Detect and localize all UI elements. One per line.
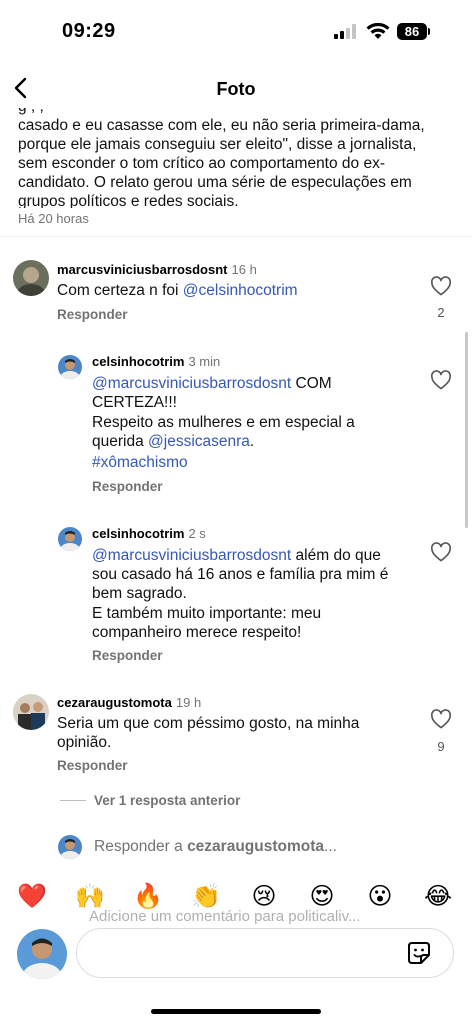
comment-username[interactable]: cezaraugustomota: [57, 695, 172, 710]
comment: marcusviniciusbarrosdosnt 16 h Com certez…: [0, 258, 472, 328]
like-heart-icon[interactable]: [430, 709, 452, 729]
comment-username[interactable]: celsinhocotrim: [92, 526, 184, 541]
comment-time: 2 s: [188, 526, 206, 541]
mention-link[interactable]: @marcusviniciusbarrosdosnt: [92, 375, 291, 392]
caption-line: candidato. O relato gerou uma série de e…: [18, 174, 412, 191]
emoji-laughing[interactable]: 😂: [422, 880, 454, 912]
nav-header: Foto: [0, 62, 472, 114]
replying-prefix: Responder a: [94, 838, 188, 855]
like-heart-icon[interactable]: [430, 542, 452, 562]
wifi-icon: [366, 22, 390, 39]
like-count: 9: [437, 739, 445, 754]
emoji-heart[interactable]: ❤️: [16, 880, 48, 912]
mention-link[interactable]: @celsinhocotrim: [183, 282, 298, 299]
avatar[interactable]: [58, 355, 82, 379]
like-heart-icon[interactable]: [430, 370, 452, 390]
caption-timestamp: Há 20 horas: [18, 211, 89, 226]
replying-to-label[interactable]: Responder a cezaraugustomota...: [94, 838, 337, 856]
comment-text: @marcusviniciusbarrosdosnt além do que s…: [92, 546, 402, 603]
battery-indicator: 86: [397, 23, 427, 40]
like-heart-icon[interactable]: [430, 276, 452, 296]
mention-link[interactable]: @marcusviniciusbarrosdosnt: [92, 547, 291, 564]
status-bar: 09:29 86: [0, 0, 472, 62]
cellular-signal-icon: [334, 24, 356, 39]
caption-line: porque ele jamais conseguiu ser eleito",…: [18, 136, 417, 153]
comment-text: @marcusviniciusbarrosdosnt COM CERTEZA!!…: [92, 374, 372, 412]
comment-username[interactable]: marcusviniciusbarrosdosnt: [57, 262, 228, 277]
reply-button[interactable]: Responder: [57, 307, 128, 322]
home-indicator: [151, 1009, 321, 1014]
hashtag-link[interactable]: #xômachismo: [92, 453, 188, 472]
avatar[interactable]: [58, 527, 82, 551]
reply-button[interactable]: Responder: [57, 758, 128, 773]
my-avatar: [17, 929, 67, 979]
comment-body-end: .: [249, 433, 255, 450]
scrollbar[interactable]: [465, 332, 468, 528]
my-avatar-small: [58, 835, 82, 859]
page-title: Foto: [216, 79, 256, 99]
comment-body: Com certeza n foi: [57, 282, 183, 299]
avatar[interactable]: [13, 694, 49, 730]
replying-suffix: ...: [324, 838, 337, 855]
like-count: 2: [437, 305, 445, 320]
divider: [60, 800, 86, 801]
caption-line: g , ,: [18, 108, 458, 116]
comment-text: Seria um que com péssimo gosto, na minha…: [57, 715, 360, 751]
comment-time: 16 h: [231, 262, 257, 277]
post-caption: g , , casado e eu casasse com ele, eu nã…: [18, 108, 458, 208]
replying-user: cezaraugustomota: [187, 838, 325, 855]
emoji-surprised[interactable]: 😮: [364, 880, 396, 912]
comment-text-2: Respeito as mulheres e em especial a que…: [92, 413, 392, 451]
comment-text-2: E também muito importante: meu companhei…: [92, 605, 322, 641]
caption-line: sem esconder o tom crítico ao comportame…: [18, 155, 385, 172]
avatar[interactable]: [13, 260, 49, 296]
comment-username[interactable]: celsinhocotrim: [92, 354, 184, 369]
divider: [0, 236, 472, 237]
comment-input-placeholder: Adicione um comentário para politicaliv.…: [89, 908, 361, 925]
comment-time: 3 min: [188, 354, 221, 369]
caption-line: grupos políticos e redes sociais.: [18, 193, 239, 208]
reply-button[interactable]: Responder: [92, 479, 163, 494]
mention-link[interactable]: @jessicasenra: [148, 433, 250, 450]
comment: cezaraugustomota 19 h Seria um que com pé…: [0, 690, 472, 780]
reply-comment: celsinhocotrim 3 min @marcusviniciusbarro…: [0, 350, 472, 500]
battery-tip: [428, 28, 430, 35]
view-previous-replies[interactable]: Ver 1 resposta anterior: [94, 793, 240, 808]
reply-comment: celsinhocotrim 2 s @marcusviniciusbarrosd…: [0, 522, 472, 672]
comment-time: 19 h: [175, 695, 202, 710]
comment-text: Com certeza n foi @celsinhocotrim: [57, 281, 417, 300]
status-time: 09:29: [62, 20, 116, 42]
sticker-icon[interactable]: [405, 939, 433, 967]
reply-button[interactable]: Responder: [92, 648, 163, 663]
caption-line: casado e eu casasse com ele, eu não seri…: [18, 117, 425, 134]
comment-input[interactable]: [76, 928, 454, 978]
